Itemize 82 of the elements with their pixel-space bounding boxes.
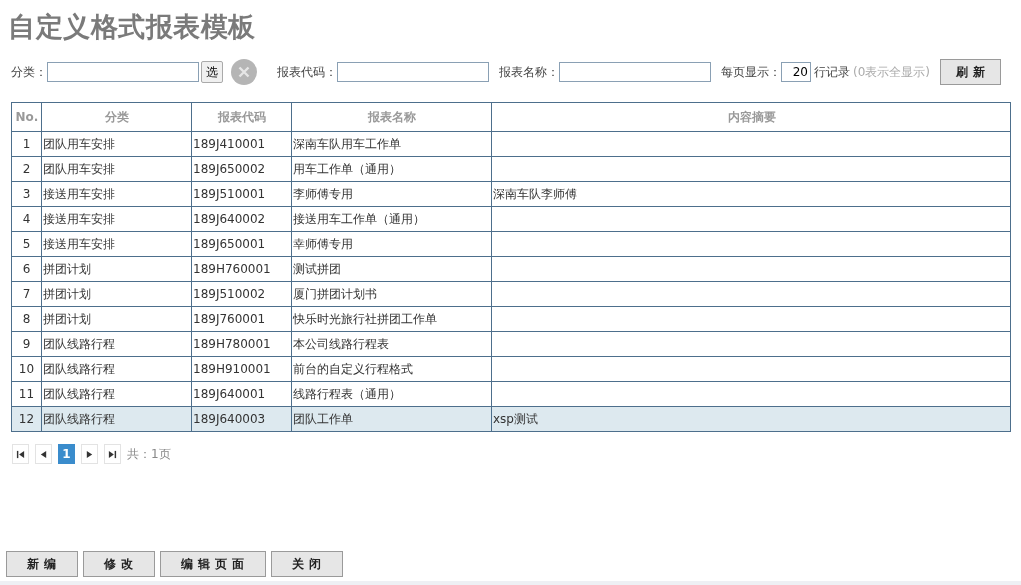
page-number-button[interactable]: 1 <box>58 444 75 464</box>
row-number: 4 <box>22 212 31 226</box>
report-name-label: 报表名称： <box>499 63 559 81</box>
table-cell: 189J510002 <box>193 287 266 301</box>
table-cell: 189J510001 <box>193 187 266 201</box>
table-cell: 接送用车工作单（通用） <box>293 211 425 226</box>
table-cell: 接送用车安排 <box>43 186 115 201</box>
table-cell: 189J410001 <box>193 137 266 151</box>
page-total: 共：1页 <box>127 445 171 463</box>
first-page-button[interactable] <box>12 444 29 464</box>
table-cell: 深南车队李师傅 <box>493 186 577 201</box>
column-header: 内容摘要 <box>727 109 776 124</box>
column-header: 分类 <box>105 109 129 124</box>
action-button[interactable]: 修改 <box>83 551 155 577</box>
table-cell: 189H780001 <box>193 337 271 351</box>
action-button[interactable]: 关闭 <box>271 551 343 577</box>
row-number: 7 <box>22 287 31 301</box>
row-number: 3 <box>22 187 31 201</box>
table-cell: 189J640003 <box>193 412 266 426</box>
table-cell: 厦门拼团计划书 <box>293 286 377 301</box>
report-code-label: 报表代码： <box>277 63 337 81</box>
table-cell: 团队线路行程 <box>43 361 115 376</box>
table-cell: 团队线路行程 <box>43 386 115 401</box>
previous-icon <box>39 449 48 459</box>
row-number: 1 <box>22 137 31 151</box>
last-page-icon <box>108 449 117 459</box>
next-icon <box>85 449 94 459</box>
refresh-button[interactable]: 刷新 <box>940 59 1001 85</box>
previous-page-button[interactable] <box>35 444 52 464</box>
table-cell: xsp测试 <box>493 411 538 426</box>
table-cell: 测试拼团 <box>293 261 341 276</box>
table-cell: 拼团计划 <box>43 286 91 301</box>
table-cell: 用车工作单（通用） <box>293 161 401 176</box>
action-button[interactable]: 新编 <box>6 551 78 577</box>
row-number: 12 <box>18 412 35 426</box>
column-header: 报表名称 <box>368 109 416 124</box>
table-cell: 189H760001 <box>193 262 271 276</box>
table-cell: 拼团计划 <box>43 311 91 326</box>
table-cell: 深南车队用车工作单 <box>293 136 401 151</box>
row-number: 8 <box>22 312 31 326</box>
table-cell: 团队用车安排 <box>43 136 115 151</box>
table-cell: 拼团计划 <box>43 261 91 276</box>
table-cell: 189J650001 <box>193 237 266 251</box>
table-cell: 团队线路行程 <box>43 336 115 351</box>
table-cell: 接送用车安排 <box>43 211 115 226</box>
table-cell: 接送用车安排 <box>43 236 115 251</box>
table-cell: 李师傅专用 <box>293 186 353 201</box>
row-number: 6 <box>22 262 31 276</box>
report-name-input[interactable] <box>559 62 711 82</box>
table-cell: 189H910001 <box>193 362 271 376</box>
table-cell: 189J760001 <box>193 312 266 326</box>
column-header: No. <box>15 110 39 124</box>
table-cell: 189J640002 <box>193 212 266 226</box>
table-cell: 189J650002 <box>193 162 266 176</box>
hint-text: (0表示全显示) <box>853 63 930 81</box>
category-input[interactable] <box>47 62 199 82</box>
table-cell: 前台的自定义行程格式 <box>293 361 413 376</box>
last-page-button[interactable] <box>104 444 121 464</box>
table-cell: 本公司线路行程表 <box>293 336 389 351</box>
per-page-label: 每页显示： <box>721 63 781 81</box>
table-cell: 团队线路行程 <box>43 411 115 426</box>
column-header: 报表代码 <box>218 109 266 124</box>
table-cell: 幸师傅专用 <box>293 236 353 251</box>
rows-label: 行记录 <box>814 63 850 81</box>
table-cell: 189J640001 <box>193 387 266 401</box>
row-number: 9 <box>22 337 31 351</box>
table-cell: 线路行程表（通用） <box>293 386 401 401</box>
row-number: 5 <box>22 237 31 251</box>
report-code-input[interactable] <box>337 62 489 82</box>
page-title: 自定义格式报表模板 <box>8 10 257 44</box>
row-number: 11 <box>18 387 35 401</box>
table-cell: 团队用车安排 <box>43 161 115 176</box>
per-page-input[interactable]: 20 <box>781 62 811 82</box>
row-number: 10 <box>18 362 35 376</box>
table-cell: 快乐时光旅行社拼团工作单 <box>293 311 437 326</box>
next-page-button[interactable] <box>81 444 98 464</box>
action-button[interactable]: 编辑页面 <box>160 551 266 577</box>
category-label: 分类： <box>11 63 47 81</box>
row-number: 2 <box>22 162 31 176</box>
first-page-icon <box>16 449 25 459</box>
select-button[interactable]: 选 <box>201 61 223 83</box>
table-cell: 团队工作单 <box>293 411 353 426</box>
